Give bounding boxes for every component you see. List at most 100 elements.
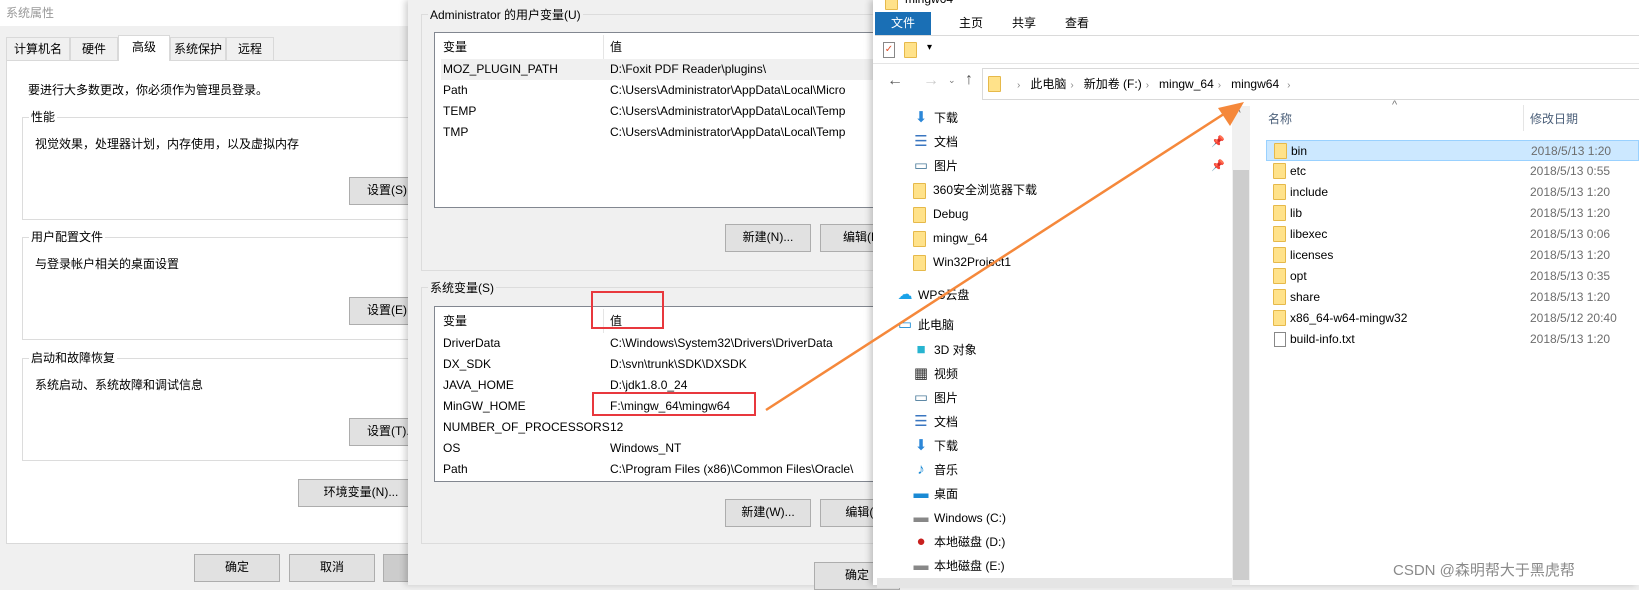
breadcrumb-separator-icon[interactable]: › [1146,80,1149,91]
document-icon: ☰ [914,413,928,430]
breadcrumb-item[interactable]: 此电脑 [1030,77,1066,91]
file-date: 2018/5/13 1:20 [1530,290,1611,304]
up-icon[interactable]: ↑ [965,71,973,89]
file-row[interactable]: build-info.txt 2018/5/13 1:20 [1266,329,1639,350]
file-row[interactable]: share 2018/5/13 1:20 [1266,287,1639,308]
table-row[interactable]: MOZ_PLUGIN_PATH D:\Foxit PDF Reader\plugi… [441,59,893,80]
tab-1[interactable]: 硬件 [70,37,118,61]
tab-3[interactable]: 系统保护 [170,37,226,61]
table-row[interactable]: OS Windows_NT [435,438,893,459]
breadcrumb-separator-icon[interactable]: › [1017,80,1020,91]
column-header-variable[interactable]: 变量 [443,309,467,333]
nav-item[interactable]: ■ 3D 对象 [913,338,1227,362]
ribbon-tab-3[interactable]: 查看 [1051,12,1103,35]
nav-item-label: 此电脑 [918,318,955,332]
table-row[interactable]: DX_SDK D:\svn\trunk\SDK\DXSDK [435,354,893,375]
file-row[interactable]: opt 2018/5/13 0:35 [1266,266,1639,287]
breadcrumb-separator-icon[interactable]: › [1287,80,1290,91]
nav-item[interactable]: ☰ 文档 [913,410,1227,434]
file-row[interactable]: bin 2018/5/13 1:20 [1266,140,1639,161]
tab-0[interactable]: 计算机名 [6,37,70,61]
quick-access-toolbar: ✓ ▾ [873,38,1639,64]
nav-item[interactable]: ● 本地磁盘 (D:) [913,530,1227,554]
nav-item[interactable]: ▬ 桌面 [913,482,1227,506]
nav-item[interactable]: mingw_64 [913,226,1227,250]
cube-icon: ■ [916,341,926,358]
file-row[interactable]: libexec 2018/5/13 0:06 [1266,224,1639,245]
recent-chevron-icon[interactable]: ⌄ [948,75,956,86]
tab-2[interactable]: 高级 [118,35,170,61]
user-variables-label: Administrator 的用户变量(U) [428,6,583,23]
nav-item[interactable]: ☁ WPS云盘 [897,283,1227,307]
table-row[interactable]: NUMBER_OF_PROCESSORS 12 [435,417,893,438]
nav-item-label: Windows (C:) [934,511,1007,525]
nav-scrollbar[interactable]: ^ [1232,106,1250,585]
breadcrumb-separator-icon[interactable]: › [1218,80,1221,91]
table-row[interactable]: Path C:\Program Files (x86)\Common Files\… [435,459,893,480]
music-icon: ♪ [917,461,925,478]
nav-item[interactable]: ▭ 图片 📌 [913,154,1227,178]
breadcrumb-item[interactable]: mingw64 [1231,77,1279,91]
column-header-variable[interactable]: 变量 [443,35,467,59]
nav-item[interactable]: ⬇ 下载 [913,434,1227,458]
folder-icon [1273,289,1286,305]
variable-name: DX_SDK [443,357,492,371]
folder-icon [988,76,1001,92]
nav-item[interactable]: ♪ 音乐 [913,458,1227,482]
file-row[interactable]: include 2018/5/13 1:20 [1266,182,1639,203]
file-row[interactable]: etc 2018/5/13 0:55 [1266,161,1639,182]
customize-toolbar-icon[interactable]: ▾ [927,42,932,53]
file-row[interactable]: lib 2018/5/13 1:20 [1266,203,1639,224]
user-variables-list[interactable]: 变量 值 MOZ_PLUGIN_PATH D:\Foxit PDF Reader\… [434,32,894,208]
file-name: bin [1291,144,1308,158]
nav-item[interactable]: Win32Project1 [913,250,1227,274]
nav-item[interactable]: ⬇ 下载 [913,106,1227,130]
nav-item[interactable]: ▬ 本地磁盘 (E:) [913,554,1227,578]
ribbon-tab-1[interactable]: 主页 [945,12,997,35]
highlight-box-value-header [591,291,664,329]
table-row[interactable]: TEMP C:\Users\Administrator\AppData\Local… [435,101,893,122]
user-new-button[interactable]: 新建(N)... [725,224,811,252]
cancel-button[interactable]: 取消 [289,554,375,582]
breadcrumb-item[interactable]: 新加卷 (F:) [1084,77,1142,91]
environment-variables-button[interactable]: 环境变量(N)... [298,479,410,507]
scroll-up-icon[interactable]: ^ [1236,108,1241,119]
nav-item[interactable]: ▭ 此电脑 [897,313,1227,337]
nav-item-label: 图片 [934,391,959,405]
address-bar[interactable]: › 此电脑 › 新加卷 (F:) › mingw_64 › mingw64 › [982,68,1639,100]
nav-item[interactable]: ☰ 文档 📌 [913,130,1227,154]
ribbon-tab-0[interactable]: 文件 [875,12,931,35]
scrollbar-thumb[interactable] [1233,170,1249,580]
nav-item[interactable]: 360安全浏览器下载 [913,178,1227,202]
breadcrumb-item[interactable]: mingw_64 [1159,77,1214,91]
nav-item[interactable]: ▦ 视频 [913,362,1227,386]
back-icon[interactable]: ← [887,72,903,90]
pin-icon[interactable]: 📌 [1211,130,1225,154]
column-header-name[interactable]: 名称 [1268,110,1292,127]
file-row[interactable]: x86_64-w64-mingw32 2018/5/12 20:40 [1266,308,1639,329]
forward-icon[interactable]: → [923,72,939,90]
properties-icon[interactable]: ✓ [883,42,895,58]
breadcrumb-separator-icon[interactable]: › [1070,80,1073,91]
pin-icon[interactable]: 📌 [1211,154,1225,178]
file-row[interactable]: licenses 2018/5/13 1:20 [1266,245,1639,266]
tab-4[interactable]: 远程 [226,37,274,61]
table-row[interactable]: TMP C:\Users\Administrator\AppData\Local\… [435,122,893,143]
table-row[interactable]: DriverData C:\Windows\System32\Drivers\Dr… [435,333,893,354]
variable-value: C:\Windows\System32\Drivers\DriverData [610,336,833,350]
nav-item[interactable]: ▬ Windows (C:) [913,506,1227,530]
nav-item-label: WPS云盘 [918,288,970,302]
file-name: include [1290,185,1329,199]
new-folder-icon[interactable] [904,42,917,58]
file-date: 2018/5/13 1:20 [1530,185,1611,199]
column-header-value[interactable]: 值 [610,35,622,59]
nav-item[interactable]: ▭ 图片 [913,386,1227,410]
window-title: 系统属性 [6,6,55,20]
nav-item-label: 3D 对象 [934,343,977,357]
ribbon-tab-2[interactable]: 共享 [998,12,1050,35]
column-header-date[interactable]: 修改日期 [1530,110,1578,127]
system-new-button[interactable]: 新建(W)... [725,499,811,527]
table-row[interactable]: Path C:\Users\Administrator\AppData\Local… [435,80,893,101]
nav-item[interactable]: Debug [913,202,1227,226]
ok-button[interactable]: 确定 [194,554,280,582]
